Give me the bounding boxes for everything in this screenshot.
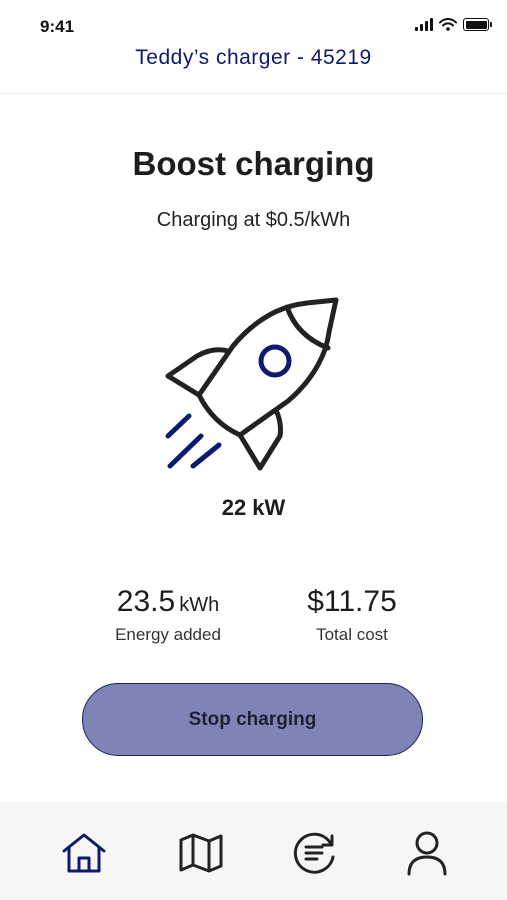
signal-icon — [415, 18, 433, 31]
battery-icon — [463, 18, 492, 31]
nav-history[interactable] — [290, 828, 340, 878]
charging-rate: Charging at $0.5/kWh — [156, 209, 351, 231]
map-icon — [179, 833, 223, 873]
status-bar: 9:41 — [0, 0, 507, 44]
total-cost-stat: $11.75 Total cost — [262, 585, 442, 645]
energy-label: Energy added — [115, 625, 221, 644]
energy-value: 23.5 — [116, 585, 176, 618]
charging-power: 22 kW — [221, 495, 286, 520]
profile-icon — [407, 831, 447, 876]
nav-home[interactable] — [59, 828, 109, 878]
wifi-icon — [439, 18, 457, 31]
charger-title: Teddy’s charger - 45219 — [135, 46, 372, 69]
stop-charging-button[interactable]: Stop charging — [82, 683, 423, 756]
app-screen: 9:41 Teddy’s charger - 45219 Boost charg… — [0, 0, 507, 900]
status-icons — [415, 18, 492, 31]
energy-unit: kWh — [179, 594, 220, 616]
home-icon — [62, 833, 106, 873]
charging-mode-title: Boost charging — [132, 145, 375, 182]
nav-map[interactable] — [176, 828, 226, 878]
history-icon — [293, 832, 335, 874]
cost-value: $11.75 — [307, 585, 397, 618]
header: Teddy’s charger - 45219 — [0, 44, 507, 94]
energy-added-stat: 23.5 kWh Energy added — [78, 585, 258, 645]
energy-value-row: 23.5 kWh — [78, 585, 258, 619]
bottom-nav — [0, 802, 507, 900]
status-time: 9:41 — [40, 17, 75, 36]
rocket-icon — [165, 297, 339, 471]
nav-profile[interactable] — [402, 828, 452, 878]
cost-label: Total cost — [316, 625, 388, 644]
